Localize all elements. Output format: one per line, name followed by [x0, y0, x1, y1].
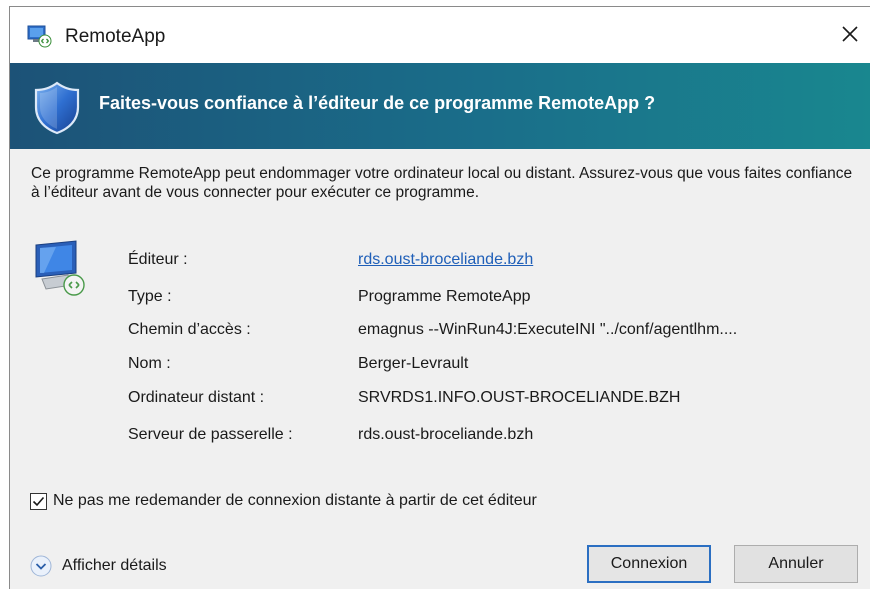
remoteapp-dialog: RemoteApp Faites-vous confiance à l’édit…: [9, 6, 870, 589]
show-details-label[interactable]: Afficher détails: [62, 557, 167, 575]
type-label: Type :: [128, 288, 172, 305]
publisher-link[interactable]: rds.oust-broceliande.bzh: [358, 251, 533, 269]
remote-computer-icon: [35, 240, 85, 296]
type-value: Programme RemoteApp: [358, 288, 531, 305]
dont-ask-again-checkbox-row[interactable]: Ne pas me redemander de connexion distan…: [30, 490, 537, 512]
connect-button[interactable]: Connexion: [587, 545, 711, 583]
close-icon[interactable]: [836, 20, 864, 48]
show-details-toggle[interactable]: Afficher détails: [30, 554, 167, 578]
remote-computer-label: Ordinateur distant :: [128, 389, 265, 406]
publisher-label: Éditeur :: [128, 251, 188, 268]
window-title: RemoteApp: [65, 26, 166, 47]
gateway-label: Serveur de passerelle :: [128, 426, 293, 443]
banner-heading: Faites-vous confiance à l’éditeur de ce …: [99, 93, 656, 113]
name-value: Berger-Levrault: [358, 355, 469, 372]
gateway-value: rds.oust-broceliande.bzh: [358, 426, 534, 443]
warning-text: Ce programme RemoteApp peut endommager v…: [31, 165, 853, 201]
checkmark-icon: [32, 496, 45, 506]
remoteapp-app-icon: [27, 25, 52, 48]
path-value: emagnus --WinRun4J:ExecuteINI "../conf/a…: [358, 321, 738, 338]
dont-ask-again-label[interactable]: Ne pas me redemander de connexion distan…: [53, 492, 537, 510]
cancel-button[interactable]: Annuler: [734, 545, 858, 583]
chevron-down-circle-icon[interactable]: [30, 555, 52, 577]
remote-computer-value: SRVRDS1.INFO.OUST-BROCELIANDE.BZH: [358, 389, 681, 406]
title-bar: RemoteApp: [10, 7, 870, 63]
dont-ask-again-checkbox[interactable]: [30, 492, 47, 510]
path-label: Chemin d’accès :: [128, 321, 251, 338]
shield-icon: [34, 81, 80, 135]
name-label: Nom :: [128, 355, 171, 372]
trust-banner: Faites-vous confiance à l’éditeur de ce …: [10, 63, 870, 149]
